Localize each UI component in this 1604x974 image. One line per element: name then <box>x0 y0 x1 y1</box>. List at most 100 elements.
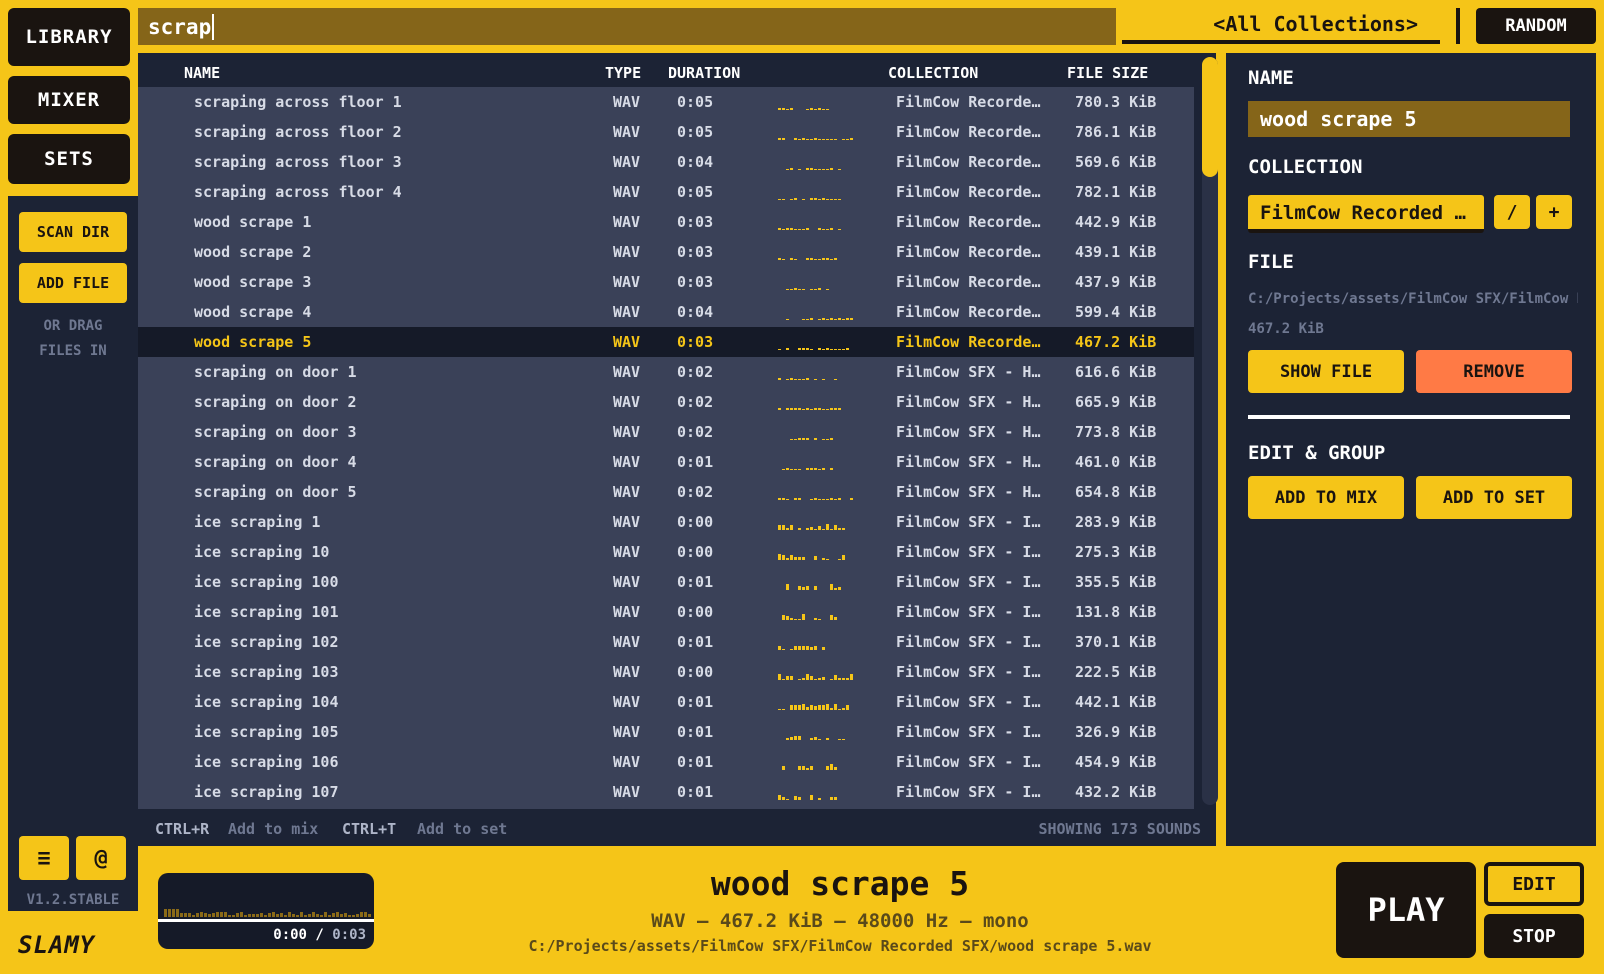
cell-name: wood scrape 2 <box>194 243 312 261</box>
collection-label: COLLECTION <box>1248 156 1363 178</box>
cell-type: WAV <box>613 393 641 411</box>
add-to-mix-button[interactable]: ADD TO MIX <box>1248 476 1404 519</box>
table-row[interactable]: wood scrape 2 WAV 0:03 FilmCow Recorded SFX… <box>138 237 1194 267</box>
table-row[interactable]: scraping on door 5 WAV 0:02 FilmCow SFX - H… <box>138 477 1194 507</box>
header-collection[interactable]: COLLECTION <box>888 64 978 82</box>
cell-file-size: 439.1 KiB <box>1075 243 1157 261</box>
add-file-button[interactable]: ADD FILE <box>19 263 127 303</box>
cell-duration: 0:04 <box>677 153 714 171</box>
cell-duration: 0:01 <box>677 633 714 651</box>
cell-file-size: 275.3 KiB <box>1075 543 1157 561</box>
collection-field[interactable]: FilmCow Recorded SFX <box>1248 195 1484 233</box>
cell-type: WAV <box>613 303 641 321</box>
divider <box>1248 415 1570 419</box>
table-row[interactable]: ice scraping 107 WAV 0:01 FilmCow SFX - Ice… <box>138 777 1194 807</box>
table-row[interactable]: scraping on door 3 WAV 0:02 FilmCow SFX - H… <box>138 417 1194 447</box>
cell-name: scraping on door 2 <box>194 393 357 411</box>
table-row[interactable]: ice scraping 100 WAV 0:01 FilmCow SFX - Ice… <box>138 567 1194 597</box>
cell-duration: 0:01 <box>677 753 714 771</box>
at-icon[interactable]: @ <box>76 836 126 880</box>
waveform-thumbnail <box>778 667 868 681</box>
player-waveform[interactable]: 0:00 / 0:03 <box>158 873 374 949</box>
table-row[interactable]: ice scraping 101 WAV 0:00 FilmCow SFX - Ice… <box>138 597 1194 627</box>
cell-duration: 0:03 <box>677 333 714 351</box>
waveform-thumbnail <box>778 517 868 531</box>
hamburger-icon[interactable]: ≡ <box>19 836 69 880</box>
cell-collection: FilmCow SFX - Ice <box>896 603 1048 621</box>
stop-button[interactable]: STOP <box>1484 914 1584 958</box>
add-to-set-button[interactable]: ADD TO SET <box>1416 476 1572 519</box>
table-row[interactable]: scraping on door 4 WAV 0:01 FilmCow SFX - H… <box>138 447 1194 477</box>
play-button[interactable]: PLAY <box>1336 862 1476 958</box>
cell-type: WAV <box>613 543 641 561</box>
edit-button[interactable]: EDIT <box>1484 862 1584 906</box>
table-row[interactable]: ice scraping 106 WAV 0:01 FilmCow SFX - Ice… <box>138 747 1194 777</box>
random-button[interactable]: RANDOM <box>1476 8 1596 44</box>
header-name[interactable]: NAME <box>184 64 220 82</box>
header-duration[interactable]: DURATION <box>668 64 740 82</box>
header-file-size[interactable]: FILE SIZE <box>1067 64 1148 82</box>
header-type[interactable]: TYPE <box>605 64 641 82</box>
cell-type: WAV <box>613 183 641 201</box>
table-row[interactable]: wood scrape 3 WAV 0:03 FilmCow Recorded SFX… <box>138 267 1194 297</box>
cell-type: WAV <box>613 783 641 801</box>
cell-collection: FilmCow Recorded SFX <box>896 333 1048 351</box>
divider <box>1456 8 1460 44</box>
cell-file-size: 432.2 KiB <box>1075 783 1157 801</box>
cell-file-size: 442.1 KiB <box>1075 693 1157 711</box>
table-row[interactable]: ice scraping 103 WAV 0:00 FilmCow SFX - Ice… <box>138 657 1194 687</box>
drag-hint: OR DRAG FILES IN <box>8 314 138 364</box>
cell-duration: 0:05 <box>677 93 714 111</box>
cell-collection: FilmCow SFX - Household <box>896 393 1048 411</box>
show-file-button[interactable]: SHOW FILE <box>1248 350 1404 393</box>
table-row[interactable]: ice scraping 10 WAV 0:00 FilmCow SFX - Ice 2… <box>138 537 1194 567</box>
waveform-thumbnail <box>778 787 868 801</box>
cell-file-size: 442.9 KiB <box>1075 213 1157 231</box>
table-row[interactable]: wood scrape 1 WAV 0:03 FilmCow Recorded SFX… <box>138 207 1194 237</box>
cell-duration: 0:05 <box>677 183 714 201</box>
table-row[interactable]: ice scraping 105 WAV 0:01 FilmCow SFX - Ice… <box>138 717 1194 747</box>
cell-file-size: 467.2 KiB <box>1075 333 1157 351</box>
name-field[interactable]: wood scrape 5 <box>1248 101 1570 137</box>
cell-name: ice scraping 107 <box>194 783 339 801</box>
cell-type: WAV <box>613 693 641 711</box>
sound-table: NAME TYPE DURATION COLLECTION FILE SIZE … <box>138 53 1218 846</box>
table-row[interactable]: scraping on door 2 WAV 0:02 FilmCow SFX - H… <box>138 387 1194 417</box>
search-value: scrap <box>148 14 212 39</box>
cell-type: WAV <box>613 123 641 141</box>
waveform-thumbnail <box>778 697 868 711</box>
table-row[interactable]: ice scraping 1 WAV 0:00 FilmCow SFX - Ice 28… <box>138 507 1194 537</box>
cell-duration: 0:01 <box>677 693 714 711</box>
cell-type: WAV <box>613 633 641 651</box>
table-row[interactable]: scraping on door 1 WAV 0:02 FilmCow SFX - H… <box>138 357 1194 387</box>
cell-name: scraping on door 5 <box>194 483 357 501</box>
cell-collection: FilmCow Recorded SFX <box>896 303 1048 321</box>
cell-duration: 0:02 <box>677 393 714 411</box>
now-playing-meta: WAV — 467.2 KiB — 48000 Hz — mono <box>651 910 1029 932</box>
search-input[interactable]: scrap <box>138 8 1116 45</box>
collection-filter-select[interactable]: <All Collections> <box>1122 8 1440 44</box>
edit-collection-button[interactable]: / <box>1494 195 1530 229</box>
nav-mixer-button[interactable]: MIXER <box>8 76 130 124</box>
table-row[interactable]: ice scraping 104 WAV 0:01 FilmCow SFX - Ice… <box>138 687 1194 717</box>
table-row[interactable]: wood scrape 4 WAV 0:04 FilmCow Recorded SFX… <box>138 297 1194 327</box>
scan-dir-button[interactable]: SCAN DIR <box>19 212 127 252</box>
scrollbar-thumb[interactable] <box>1202 57 1218 177</box>
table-scrollbar[interactable] <box>1202 57 1218 805</box>
table-row[interactable]: scraping across floor 2 WAV 0:05 FilmCow Re… <box>138 117 1194 147</box>
table-row[interactable]: scraping across floor 1 WAV 0:05 FilmCow Re… <box>138 87 1194 117</box>
waveform-thumbnail <box>778 427 868 441</box>
table-row[interactable]: scraping across floor 4 WAV 0:05 FilmCow Re… <box>138 177 1194 207</box>
table-row[interactable]: wood scrape 5 WAV 0:03 FilmCow Recorded SFX… <box>138 327 1194 357</box>
cell-duration: 0:05 <box>677 123 714 141</box>
table-row[interactable]: scraping across floor 3 WAV 0:04 FilmCow Re… <box>138 147 1194 177</box>
cell-file-size: 454.9 KiB <box>1075 753 1157 771</box>
cell-type: WAV <box>613 513 641 531</box>
nav-library-button[interactable]: LIBRARY <box>8 8 130 66</box>
cell-file-size: 773.8 KiB <box>1075 423 1157 441</box>
cell-duration: 0:02 <box>677 423 714 441</box>
add-collection-button[interactable]: + <box>1536 195 1572 229</box>
remove-button[interactable]: REMOVE <box>1416 350 1572 393</box>
nav-sets-button[interactable]: SETS <box>8 134 130 184</box>
table-row[interactable]: ice scraping 102 WAV 0:01 FilmCow SFX - Ice… <box>138 627 1194 657</box>
